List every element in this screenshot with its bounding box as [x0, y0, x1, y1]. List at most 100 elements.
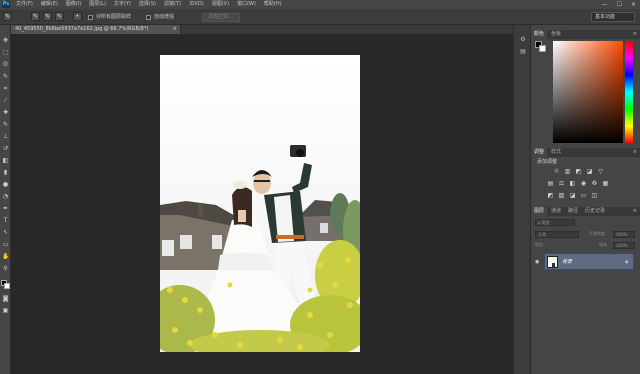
history-panel-icon[interactable]: ⚙ — [518, 35, 528, 44]
menu-item[interactable]: 图像(I) — [66, 0, 81, 9]
menu-item[interactable]: 3D(D) — [189, 0, 204, 9]
rectangle-tool-icon[interactable]: ▭ — [2, 241, 9, 248]
tab-color[interactable]: 颜色 — [531, 30, 548, 39]
tab-strip — [181, 25, 513, 34]
zoom-tool-icon[interactable]: ⚲ — [2, 265, 9, 272]
tab-paths[interactable]: 路径 — [565, 207, 581, 216]
wedding-photo — [160, 55, 360, 352]
blur-tool-icon[interactable]: ● — [2, 181, 9, 188]
auto-enhance-label: 自动增强 — [154, 14, 175, 20]
minimize-button[interactable]: — — [602, 0, 608, 9]
pen-tool-icon[interactable]: ✒ — [2, 205, 9, 212]
clone-stamp-icon[interactable]: ⊥ — [2, 133, 9, 140]
fill-input[interactable]: 100% — [613, 242, 635, 249]
path-selection-icon[interactable]: ↖ — [2, 229, 9, 236]
document-tab[interactable]: 40_459550_8b6be5937e7e162.jpg @ 66.7%(RG… — [11, 25, 181, 34]
crop-tool-icon[interactable]: ⌗ — [2, 85, 9, 92]
tab-layers[interactable]: 图层 — [531, 207, 548, 216]
close-icon[interactable]: × — [173, 25, 177, 34]
maximize-button[interactable]: ☐ — [617, 0, 622, 9]
background-color-swatch[interactable] — [4, 283, 10, 289]
menu-item[interactable]: 编辑(E) — [41, 0, 58, 9]
refine-edge-button[interactable]: 调整边缘... — [202, 13, 240, 22]
quick-mask-icon[interactable]: ◙ — [2, 295, 9, 302]
panel-menu-icon[interactable]: ≡ — [633, 30, 637, 39]
opacity-input[interactable]: 100% — [613, 231, 635, 238]
black-white-icon[interactable]: ◧ — [569, 180, 576, 187]
lasso-tool-icon[interactable]: ʘ — [2, 61, 9, 68]
hue-saturation-icon[interactable]: ▤ — [547, 180, 554, 187]
properties-panel-icon[interactable]: ▤ — [518, 47, 528, 56]
move-tool-icon[interactable]: ✥ — [2, 37, 9, 44]
workspace-dropdown[interactable]: 基本功能 — [591, 12, 635, 22]
layers-panel-tabs: 图层 通道 路径 历史记录 ≡ — [531, 207, 640, 216]
add-selection-icon[interactable]: ✎ — [43, 12, 52, 21]
type-tool-icon[interactable]: T — [2, 217, 9, 224]
hue-slider[interactable] — [625, 41, 633, 143]
new-selection-icon[interactable]: ✎ — [31, 12, 40, 21]
right-panels: 颜色 色板 ≡ 调整 样式 ≡ 添加调整 ☼ ▥ ◩ ◪ ▽ ▤ ⚖ ◧ ◉ ♻… — [531, 25, 640, 374]
visibility-eye-icon[interactable]: ◉ — [535, 259, 539, 265]
channel-mixer-icon[interactable]: ♻ — [591, 180, 598, 187]
color-picker-field[interactable] — [553, 41, 623, 143]
brush-tool-icon[interactable]: ✎ — [2, 121, 9, 128]
menu-list: 文件(F) 编辑(E) 图像(I) 图层(L) 文字(Y) 选择(S) 滤镜(T) 3D(D)… — [16, 0, 282, 9]
panel-menu-icon[interactable]: ≡ — [633, 148, 637, 157]
tool-preset-icon[interactable]: ✎ — [3, 12, 12, 21]
brush-size-icon[interactable]: • — [73, 12, 82, 21]
eyedropper-tool-icon[interactable]: ⁄ — [2, 97, 9, 104]
menu-item[interactable]: 帮助(H) — [264, 0, 282, 9]
subtract-selection-icon[interactable]: ✎ — [55, 12, 64, 21]
eraser-tool-icon[interactable]: ◧ — [2, 157, 9, 164]
posterize-icon[interactable]: ▨ — [558, 192, 565, 199]
menu-item[interactable]: 图层(L) — [89, 0, 106, 9]
levels-icon[interactable]: ▥ — [564, 168, 571, 175]
hand-tool-icon[interactable]: ✋ — [2, 253, 9, 260]
panel-dock: ⚙ ▤ — [513, 25, 531, 374]
sample-all-layers-label: 对所有图层取样 — [96, 14, 132, 20]
menu-item[interactable]: 文字(Y) — [114, 0, 131, 9]
menu-item[interactable]: 选择(S) — [139, 0, 156, 9]
selective-color-icon[interactable]: ◫ — [591, 192, 598, 199]
menu-item[interactable]: 滤镜(T) — [164, 0, 181, 9]
menu-item[interactable]: 窗口(W) — [237, 0, 256, 9]
layer-row-background[interactable]: 背景 🔒︎ — [544, 253, 634, 270]
close-window-button[interactable]: ✕ — [631, 0, 636, 9]
history-brush-icon[interactable]: ↺ — [2, 145, 9, 152]
panel-menu-icon[interactable]: ≡ — [633, 207, 637, 216]
curves-icon[interactable]: ◩ — [575, 168, 582, 175]
gradient-map-icon[interactable]: ▭ — [580, 192, 587, 199]
layer-kind-filter[interactable]: ρ 类型 — [535, 219, 575, 226]
marquee-tool-icon[interactable]: ⬚ — [2, 49, 9, 56]
dodge-tool-icon[interactable]: ◔ — [2, 193, 9, 200]
color-lookup-icon[interactable]: ▦ — [602, 180, 609, 187]
exposure-icon[interactable]: ◪ — [586, 168, 593, 175]
invert-icon[interactable]: ◩ — [547, 192, 554, 199]
auto-enhance-checkbox[interactable] — [146, 15, 151, 20]
screen-mode-icon[interactable]: ▣ — [2, 307, 9, 314]
layer-name: 背景 — [562, 259, 573, 265]
tab-swatches[interactable]: 色板 — [548, 30, 564, 39]
menu-item[interactable]: 视图(V) — [212, 0, 229, 9]
blend-mode-select[interactable]: 正常 — [535, 231, 579, 238]
quick-selection-tool-icon[interactable]: ✎ — [2, 73, 9, 80]
document-title: 40_459550_8b6be5937e7e162.jpg @ 66.7%(RG… — [15, 26, 149, 32]
photo-filter-icon[interactable]: ◉ — [580, 180, 587, 187]
sample-all-layers-checkbox[interactable] — [88, 15, 93, 20]
menu-item[interactable]: 文件(F) — [16, 0, 33, 9]
menu-bar: Ps 文件(F) 编辑(E) 图像(I) 图层(L) 文字(Y) 选择(S) 滤镜(T) 3D… — [0, 0, 640, 9]
tab-styles[interactable]: 样式 — [548, 148, 564, 157]
threshold-icon[interactable]: ◪ — [569, 192, 576, 199]
brightness-icon[interactable]: ☼ — [553, 168, 560, 175]
lock-label: 锁定 — [535, 242, 543, 247]
color-balance-icon[interactable]: ⚖ — [558, 180, 565, 187]
window-controls: — ☐ ✕ — [602, 0, 636, 9]
color-bg-swatch[interactable] — [539, 45, 546, 52]
vibrance-icon[interactable]: ▽ — [597, 168, 604, 175]
healing-brush-icon[interactable]: ✚ — [2, 109, 9, 116]
tab-channels[interactable]: 通道 — [548, 207, 564, 216]
gradient-tool-icon[interactable]: ▮ — [2, 169, 9, 176]
tab-history[interactable]: 历史记录 — [582, 207, 608, 216]
document-image[interactable] — [160, 55, 360, 352]
tab-adjustments[interactable]: 调整 — [531, 148, 548, 157]
